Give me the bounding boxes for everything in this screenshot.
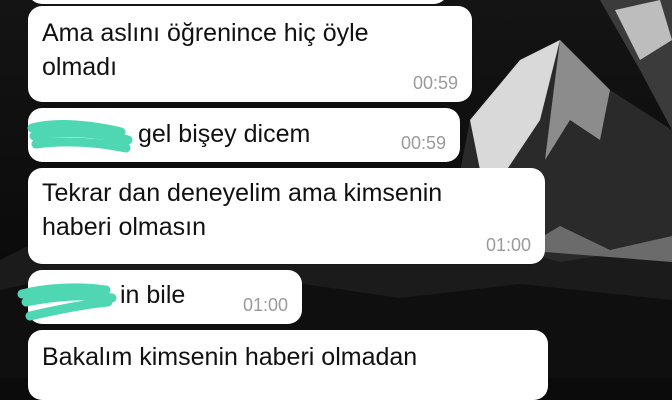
message-text: Bakalım kimsenin haberi olmadan [42, 343, 418, 371]
message-timestamp: 00:59 [400, 133, 446, 153]
message-bubble[interactable]: Ama aslını öğrenince hiç öyle olmadı 00:… [28, 6, 472, 102]
message-line: Tekrar dan deneyelim ama kimsenin [42, 179, 443, 207]
message-line: haberi olmasın [42, 213, 206, 241]
message-text: Tekrar dan deneyelim ama kimsenin haberi… [42, 176, 442, 244]
message-bubble[interactable]: gel bişey dicem 00:59 [27, 108, 460, 162]
message-line: olmadı [42, 53, 118, 81]
message-text: in bile [120, 281, 186, 309]
message-timestamp: 01:00 [485, 235, 531, 255]
previous-message-bubble-edge [28, 0, 448, 4]
message-text: Ama aslını öğrenince hiç öyle olmadı [42, 16, 369, 84]
message-bubble[interactable]: Bakalım kimsenin haberi olmadan [28, 330, 548, 400]
message-line: Ama aslını öğrenince hiç öyle [42, 19, 369, 47]
message-text: gel bişey dicem [138, 120, 311, 148]
redaction-scribble [27, 120, 133, 153]
message-bubble[interactable]: in bile 01:00 [17, 270, 302, 324]
message-bubble[interactable]: Tekrar dan deneyelim ama kimsenin haberi… [28, 168, 545, 264]
redaction-scribble [17, 283, 117, 321]
message-timestamp: 00:59 [412, 73, 458, 93]
message-timestamp: 01:00 [242, 295, 288, 315]
